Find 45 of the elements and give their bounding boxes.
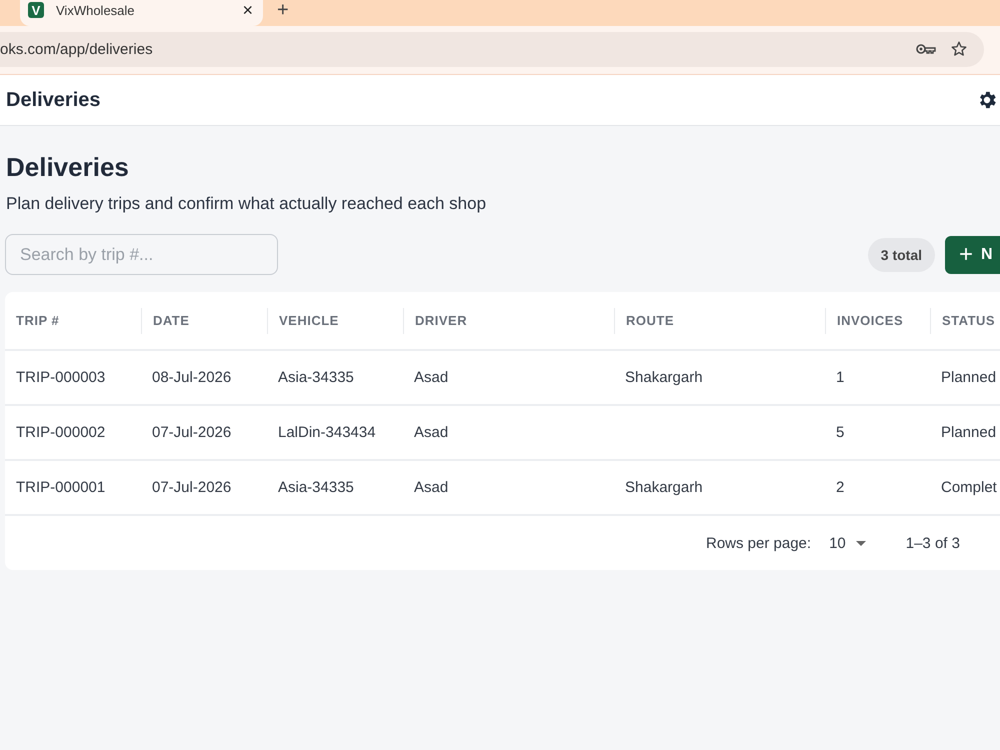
- page-range: 1–3 of 3: [906, 534, 960, 552]
- search-field[interactable]: Search by trip #...: [5, 234, 278, 275]
- column-header[interactable]: ROUTE: [614, 308, 825, 334]
- close-tab-button[interactable]: ×: [242, 0, 253, 20]
- browser-tab[interactable]: V VixWholesale ×: [20, 0, 263, 26]
- address-bar[interactable]: oks.com/app/deliveries: [0, 32, 984, 66]
- table-cell: Complet: [941, 479, 997, 496]
- page-subtitle: Plan delivery trips and confirm what actually reached each shop: [6, 194, 488, 214]
- column-header[interactable]: INVOICES: [825, 308, 930, 334]
- table-cell: Asad: [414, 369, 448, 386]
- column-header[interactable]: TRIP #: [5, 292, 141, 349]
- table-cell: Planned: [941, 424, 996, 441]
- rows-per-page-select[interactable]: 10: [829, 534, 866, 552]
- page-title: Deliveries: [6, 152, 130, 182]
- table-cell: 1: [836, 369, 844, 386]
- table-cell: Asad: [414, 479, 448, 496]
- key-icon[interactable]: [916, 43, 936, 55]
- table-cell: Asad: [414, 424, 448, 441]
- rows-per-page-label: Rows per page:: [706, 534, 812, 552]
- table-cell: 5: [836, 424, 844, 441]
- app-bar-title: Deliveries: [6, 88, 101, 112]
- table-cell: 2: [836, 479, 844, 496]
- table-cell: TRIP-000003: [16, 369, 106, 386]
- table-cell: Asia-34335: [278, 369, 354, 386]
- table-cell: Shakargarh: [625, 479, 703, 496]
- table-cell: Shakargarh: [625, 369, 703, 386]
- table-cell: TRIP-000002: [16, 424, 106, 441]
- table-cell: LalDin-343434: [278, 424, 376, 441]
- table-cell: 07-Jul-2026: [152, 424, 232, 441]
- table-cell: 08-Jul-2026: [152, 369, 232, 386]
- column-header[interactable]: STATUS: [930, 308, 1000, 334]
- new-tab-button[interactable]: +: [277, 0, 289, 26]
- star-icon[interactable]: [950, 40, 968, 58]
- new-button[interactable]: + N: [945, 236, 1000, 274]
- favicon-icon: V: [28, 2, 44, 18]
- table-cell: TRIP-000001: [16, 479, 106, 496]
- column-header[interactable]: DRIVER: [403, 308, 614, 334]
- column-header[interactable]: DATE: [141, 308, 267, 334]
- caret-icon: [856, 540, 866, 546]
- total-count: 3 total: [868, 238, 935, 272]
- column-header[interactable]: VEHICLE: [267, 308, 403, 334]
- table-cell: Asia-34335: [278, 479, 354, 496]
- table-cell: 07-Jul-2026: [152, 479, 232, 496]
- table-cell: Planned: [941, 369, 996, 386]
- tab-title: VixWholesale: [56, 2, 136, 18]
